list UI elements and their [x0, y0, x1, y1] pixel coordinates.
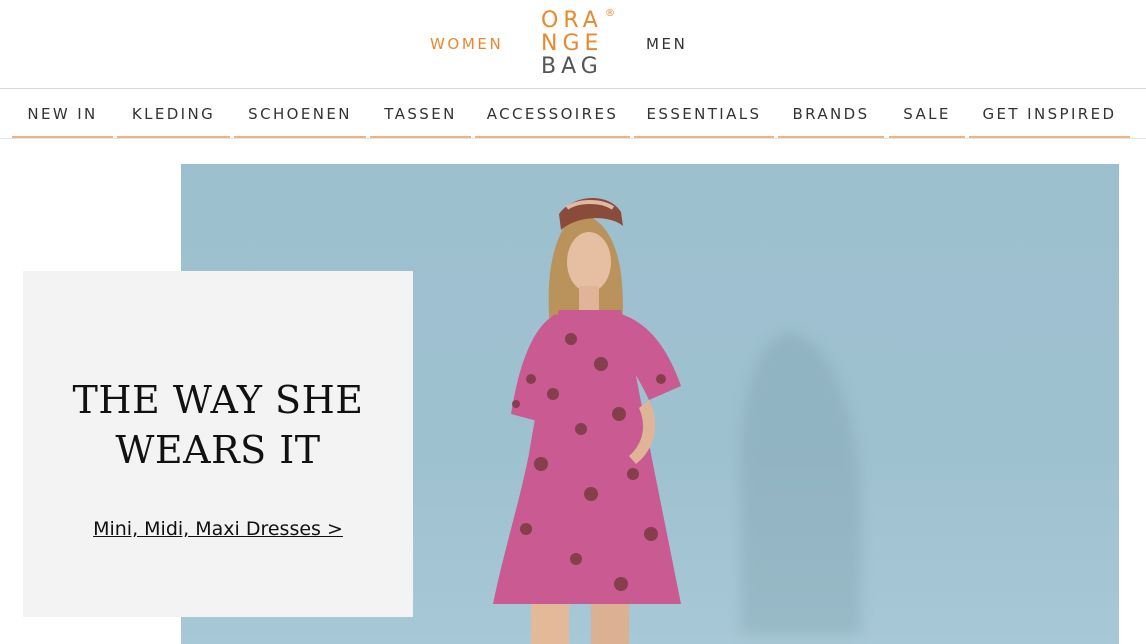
- nav-item-brands[interactable]: BRANDS: [778, 90, 884, 138]
- nav-item-schoenen[interactable]: SCHOENEN: [234, 90, 366, 138]
- nav-item-get-inspired[interactable]: GET INSPIRED: [969, 90, 1130, 138]
- nav-item-tassen[interactable]: TASSEN: [370, 90, 471, 138]
- nav-item-new-in[interactable]: NEW IN: [12, 90, 113, 138]
- main-navigation: NEW IN KLEDING SCHOENEN TASSEN ACCESSOIR…: [0, 90, 1146, 139]
- logo-line-2: NGE: [541, 31, 604, 56]
- nav-item-essentials[interactable]: ESSENTIALS: [634, 90, 774, 138]
- orange-bag-logo[interactable]: ORA NGE BAG ®: [539, 8, 621, 80]
- nav-item-kleding[interactable]: KLEDING: [117, 90, 230, 138]
- men-link[interactable]: MEN: [646, 35, 687, 53]
- logo-line-3: BAG: [541, 54, 603, 79]
- logo-line-1: ORA: [541, 8, 603, 33]
- promo-card: THE WAY SHE WEARS IT Mini, Midi, Maxi Dr…: [23, 271, 413, 617]
- registered-mark: ®: [605, 8, 615, 19]
- dresses-link[interactable]: Mini, Midi, Maxi Dresses >: [23, 518, 413, 540]
- women-link[interactable]: WOMEN: [430, 35, 503, 53]
- promo-title: THE WAY SHE WEARS IT: [72, 378, 364, 472]
- nav-item-accessoires[interactable]: ACCESSOIRES: [475, 90, 630, 138]
- nav-item-sale[interactable]: SALE: [889, 90, 965, 138]
- site-header: WOMEN ORA NGE BAG ® MEN: [0, 0, 1146, 89]
